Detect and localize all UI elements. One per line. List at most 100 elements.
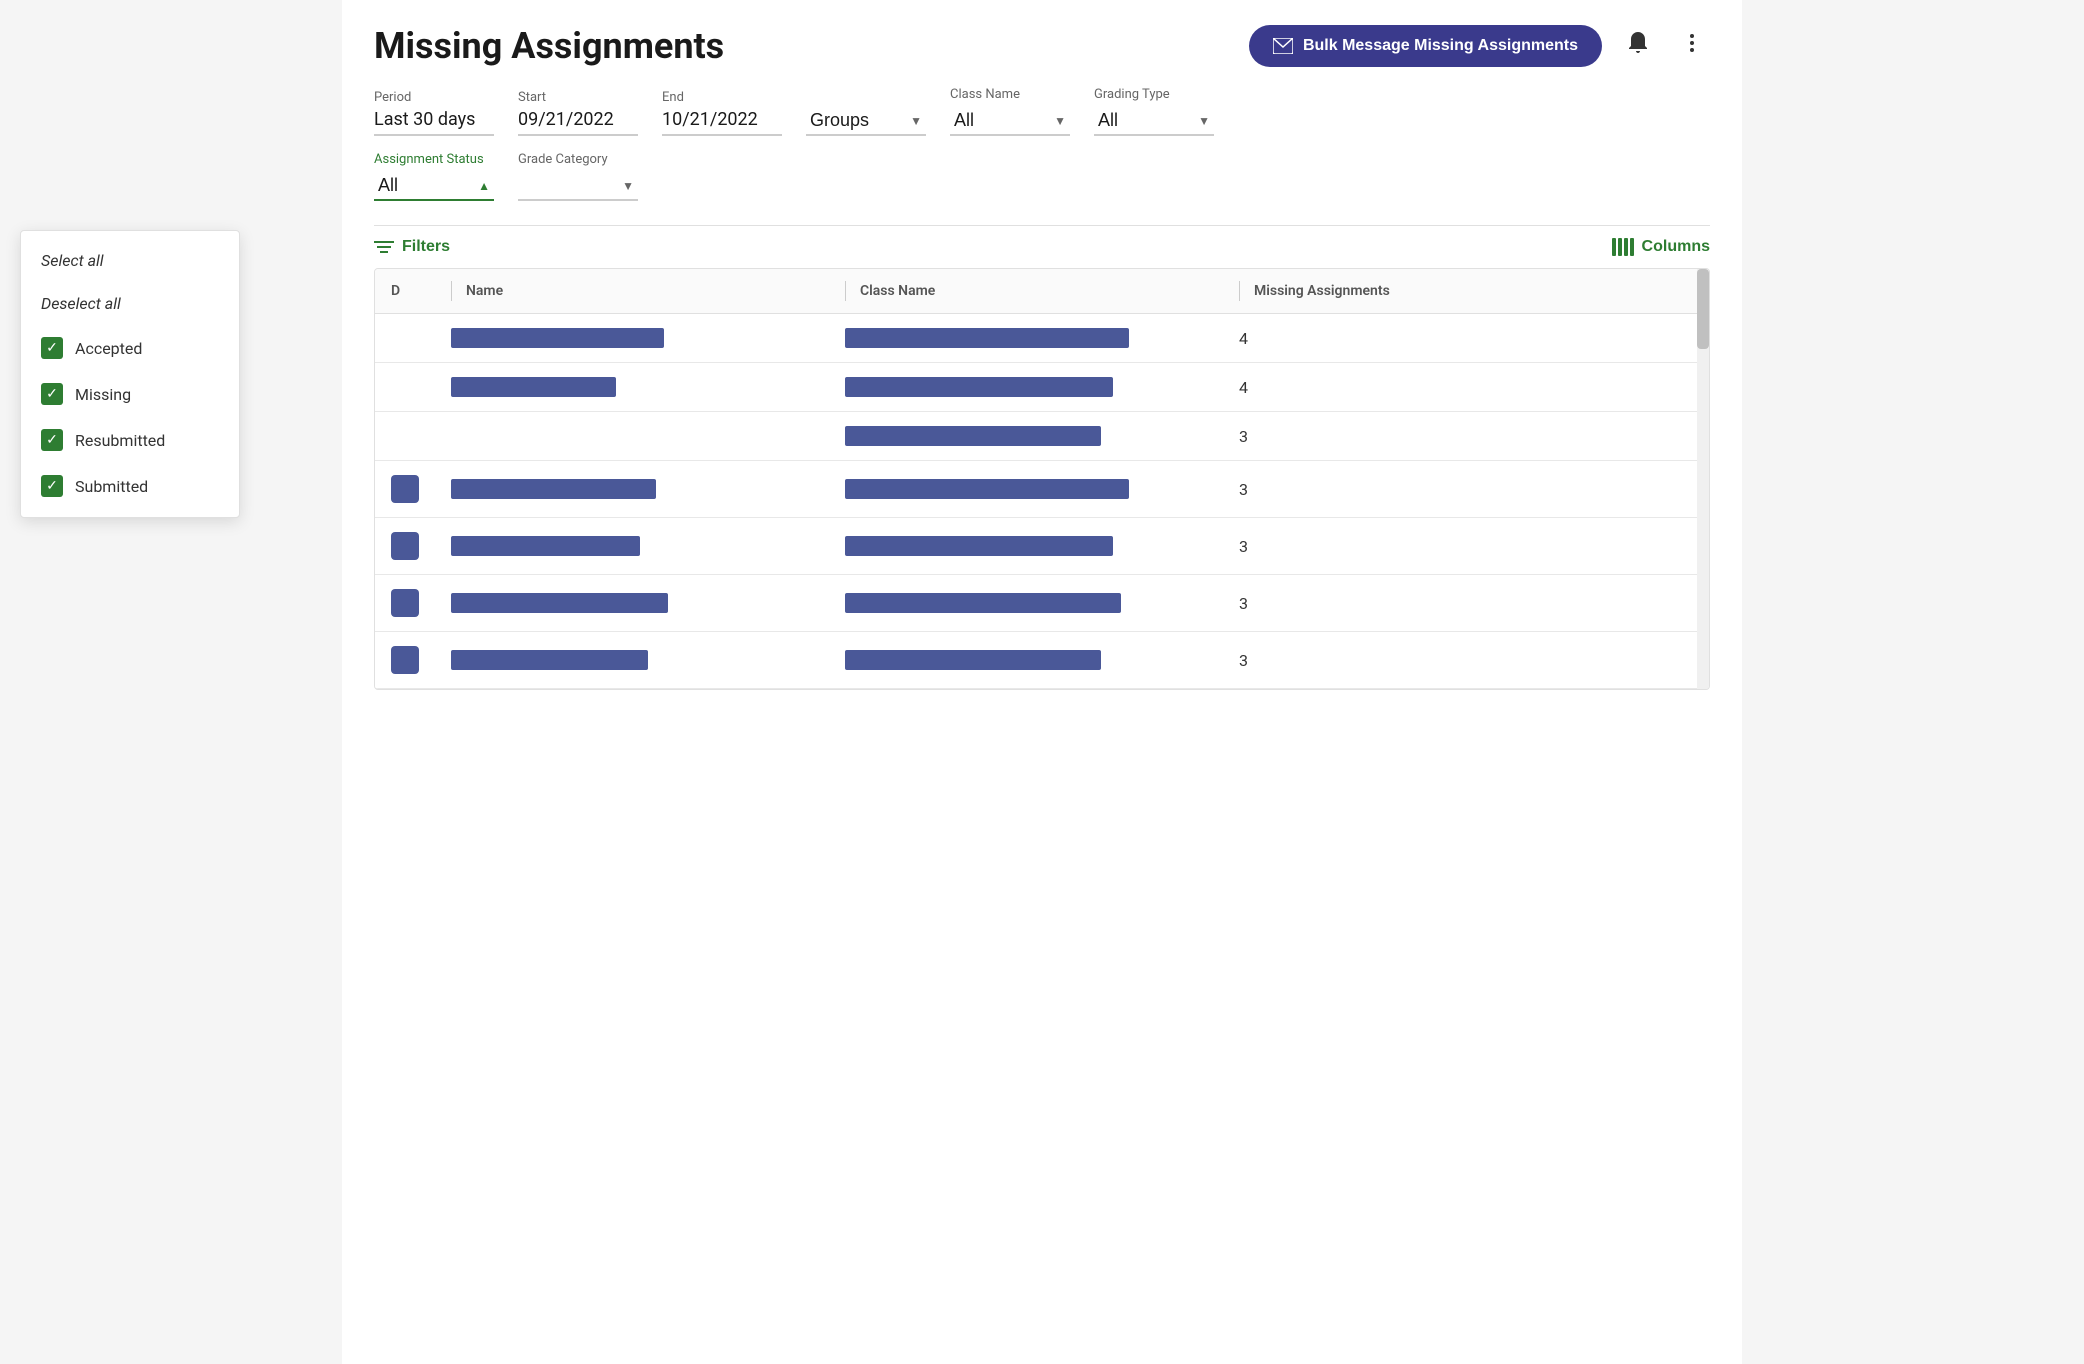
table: D Name Class Name Missing Assignments (374, 268, 1710, 690)
accepted-label: Accepted (75, 339, 142, 358)
avatar-icon (391, 532, 419, 560)
table-row: 3 (375, 412, 1709, 461)
missing-check-icon: ✓ (46, 386, 58, 402)
email-icon (1273, 38, 1293, 54)
name-bar (451, 479, 656, 499)
resubmitted-label: Resubmitted (75, 431, 165, 450)
row-class (845, 479, 1239, 499)
grade-category-label: Grade Category (518, 152, 638, 167)
assignment-status-dropdown: Select all Deselect all ✓ Accepted ✓ Mis… (20, 230, 240, 518)
row-count: 4 (1239, 329, 1633, 348)
table-row: 3 (375, 632, 1709, 689)
start-label: Start (518, 90, 638, 105)
submitted-check-icon: ✓ (46, 478, 58, 494)
end-label: End (662, 90, 782, 105)
row-name (451, 377, 845, 397)
groups-select[interactable]: Groups (806, 106, 926, 136)
row-count: 3 (1239, 480, 1633, 499)
accepted-checkbox[interactable]: ✓ (41, 337, 63, 359)
row-avatar (391, 589, 451, 617)
bulk-message-button[interactable]: Bulk Message Missing Assignments (1249, 25, 1602, 67)
filters-row-2: Assignment Status All ▲ Grade Category ▼ (374, 152, 1710, 201)
class-bar (845, 536, 1113, 556)
class-bar (845, 377, 1113, 397)
grading-type-filter[interactable]: Grading Type All ▼ (1094, 87, 1214, 136)
col-divider-missing (1239, 281, 1240, 301)
dropdown-item-missing[interactable]: ✓ Missing (21, 371, 239, 417)
row-name (451, 536, 845, 556)
assignment-status-filter[interactable]: Assignment Status All ▲ (374, 152, 494, 201)
resubmitted-checkbox[interactable]: ✓ (41, 429, 63, 451)
class-name-label: Class Name (950, 87, 1070, 102)
table-row: 4 (375, 363, 1709, 412)
name-bar (451, 650, 648, 670)
toolbar-left: Filters (374, 238, 450, 256)
avatar-icon (391, 646, 419, 674)
table-header: D Name Class Name Missing Assignments (375, 269, 1709, 314)
grade-category-select[interactable] (518, 171, 638, 201)
columns-label: Columns (1642, 238, 1710, 256)
start-value: 09/21/2022 (518, 109, 638, 136)
select-all-label: Select all (41, 251, 104, 270)
row-class (845, 650, 1239, 670)
missing-checkbox[interactable]: ✓ (41, 383, 63, 405)
row-name (451, 328, 845, 348)
class-bar (845, 328, 1129, 348)
name-bar (451, 536, 640, 556)
row-class (845, 426, 1239, 446)
end-filter: End 10/21/2022 (662, 90, 782, 136)
dropdown-item-resubmitted[interactable]: ✓ Resubmitted (21, 417, 239, 463)
avatar-icon (391, 589, 419, 617)
row-count: 3 (1239, 427, 1633, 446)
assignment-status-select[interactable]: All (374, 171, 494, 201)
name-bar (451, 328, 664, 348)
row-count: 3 (1239, 537, 1633, 556)
groups-filter[interactable]: Groups ▼ (806, 102, 926, 136)
scrollbar-track[interactable] (1697, 269, 1709, 689)
submitted-checkbox[interactable]: ✓ (41, 475, 63, 497)
col-header-missing: Missing Assignments (1239, 281, 1633, 301)
dropdown-select-all[interactable]: Select all (21, 239, 239, 282)
resubmitted-check-icon: ✓ (46, 432, 58, 448)
end-value: 10/21/2022 (662, 109, 782, 136)
filters-button[interactable]: Filters (374, 238, 450, 256)
row-class (845, 593, 1239, 613)
more-vertical-icon (1680, 31, 1704, 55)
columns-button[interactable]: Columns (1612, 238, 1710, 256)
table-row: 3 (375, 575, 1709, 632)
col-header-d: D (391, 281, 451, 301)
dropdown-item-accepted[interactable]: ✓ Accepted (21, 325, 239, 371)
row-count: 3 (1239, 594, 1633, 613)
grade-category-filter[interactable]: Grade Category ▼ (518, 152, 638, 201)
period-value: Last 30 days (374, 109, 494, 136)
row-avatar (391, 646, 451, 674)
columns-icon (1612, 238, 1634, 256)
bulk-message-label: Bulk Message Missing Assignments (1303, 37, 1578, 55)
missing-label: Missing (75, 385, 131, 404)
filters-row-1: Period Last 30 days Start 09/21/2022 End… (374, 87, 1710, 136)
row-class (845, 536, 1239, 556)
filters-icon (374, 239, 394, 255)
notification-bell-button[interactable] (1618, 24, 1658, 67)
dropdown-item-submitted[interactable]: ✓ Submitted (21, 463, 239, 509)
row-class (845, 377, 1239, 397)
row-name (451, 593, 845, 613)
page-title: Missing Assignments (374, 25, 724, 67)
more-options-button[interactable] (1674, 25, 1710, 67)
class-name-select[interactable]: All (950, 106, 1070, 136)
row-name (451, 426, 845, 446)
deselect-all-label: Deselect all (41, 294, 121, 313)
dropdown-deselect-all[interactable]: Deselect all (21, 282, 239, 325)
submitted-label: Submitted (75, 477, 148, 496)
scrollbar-thumb[interactable] (1697, 269, 1709, 349)
class-bar (845, 426, 1101, 446)
grading-type-label: Grading Type (1094, 87, 1214, 102)
class-name-filter[interactable]: Class Name All ▼ (950, 87, 1070, 136)
grading-type-select[interactable]: All (1094, 106, 1214, 136)
class-bar (845, 650, 1101, 670)
table-row: 4 (375, 314, 1709, 363)
start-filter: Start 09/21/2022 (518, 90, 638, 136)
name-bar (451, 593, 668, 613)
col-header-class: Class Name (845, 281, 1239, 301)
col-header-name: Name (451, 281, 845, 301)
